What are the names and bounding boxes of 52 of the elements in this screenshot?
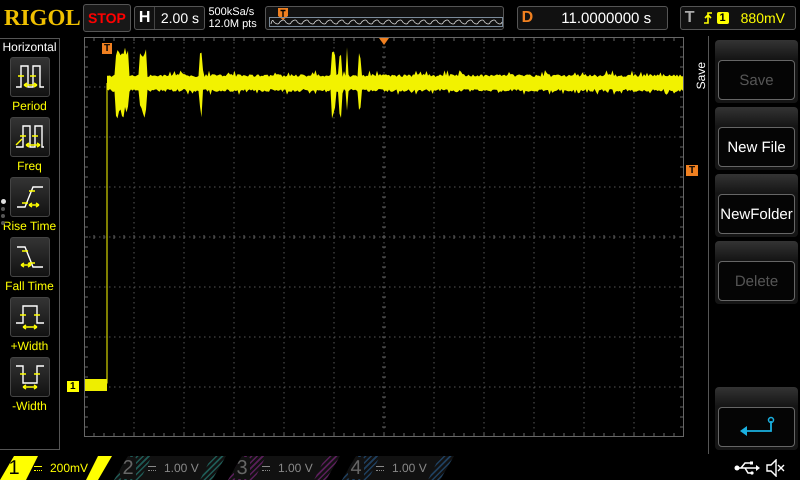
back-button[interactable] (718, 407, 795, 447)
usb-icon (734, 461, 760, 475)
measure-label: Fall Time (5, 279, 54, 293)
measure-label: Period (12, 99, 47, 113)
trigger-level: 880mV (740, 10, 785, 26)
trigger-position-marker[interactable]: T (102, 43, 112, 54)
measure-button[interactable] (10, 237, 50, 277)
waveform-overview-icon (269, 17, 504, 27)
measure-label: Rise Time (2, 219, 56, 233)
channel-marker[interactable]: 1 (67, 381, 79, 392)
rising-edge-icon (702, 11, 712, 25)
trigger-source: 1 (716, 12, 729, 24)
measure-label: -Width (12, 399, 47, 413)
timebase-display[interactable]: H 2.00 s (134, 6, 206, 30)
delay-label: D (520, 8, 534, 28)
delay-display[interactable]: D 11.0000000 s (516, 6, 668, 30)
channel-scale: 200mV (26, 456, 98, 480)
channel-number: 1 (7, 457, 21, 479)
center-marker-icon (379, 38, 389, 45)
channel-scale: 1.00 V (254, 456, 326, 480)
measure-label: Freq (17, 159, 42, 173)
memory-depth: 12.0M pts (208, 18, 258, 30)
timebase-value: 2.00 s (160, 10, 200, 26)
channel-number: 4 (348, 457, 364, 479)
measure-label: +Width (10, 339, 48, 353)
channel-tab[interactable]: 2 1.00 V (114, 456, 226, 480)
channel-number: 2 (120, 457, 136, 479)
measure-button[interactable] (10, 177, 50, 217)
measure-button[interactable] (10, 297, 50, 337)
softkey-button[interactable]: New File (718, 127, 795, 167)
menu-title: Horizontal (2, 40, 57, 54)
mute-icon (766, 459, 786, 477)
channel-number: 3 (234, 457, 250, 479)
sample-rate: 500kSa/s (208, 6, 256, 18)
delay-value: 11.0000000 s (560, 10, 652, 26)
horizontal-label: H (134, 7, 156, 29)
menu-title: Save (693, 62, 706, 90)
channel-tab[interactable]: 4 1.00 V (342, 456, 454, 480)
trigger-label: T (684, 8, 696, 28)
trigger-position-icon (278, 8, 288, 20)
channel-tab[interactable]: 3 1.00 V (228, 456, 340, 480)
measure-button[interactable] (10, 117, 50, 157)
run-status[interactable]: STOP (83, 4, 131, 32)
measure-button[interactable] (10, 57, 50, 97)
brand-logo: RIGOL (4, 5, 80, 31)
channel-scale: 1.00 V (368, 456, 440, 480)
channel-scale: 1.00 V (140, 456, 212, 480)
trigger-level-marker[interactable]: T (686, 165, 698, 176)
softkey-button[interactable]: NewFolder (718, 194, 795, 234)
trigger-display[interactable]: T 1 880mV (680, 6, 796, 30)
measure-button[interactable] (10, 357, 50, 397)
channel-tab[interactable]: 1 200mV (0, 456, 112, 480)
